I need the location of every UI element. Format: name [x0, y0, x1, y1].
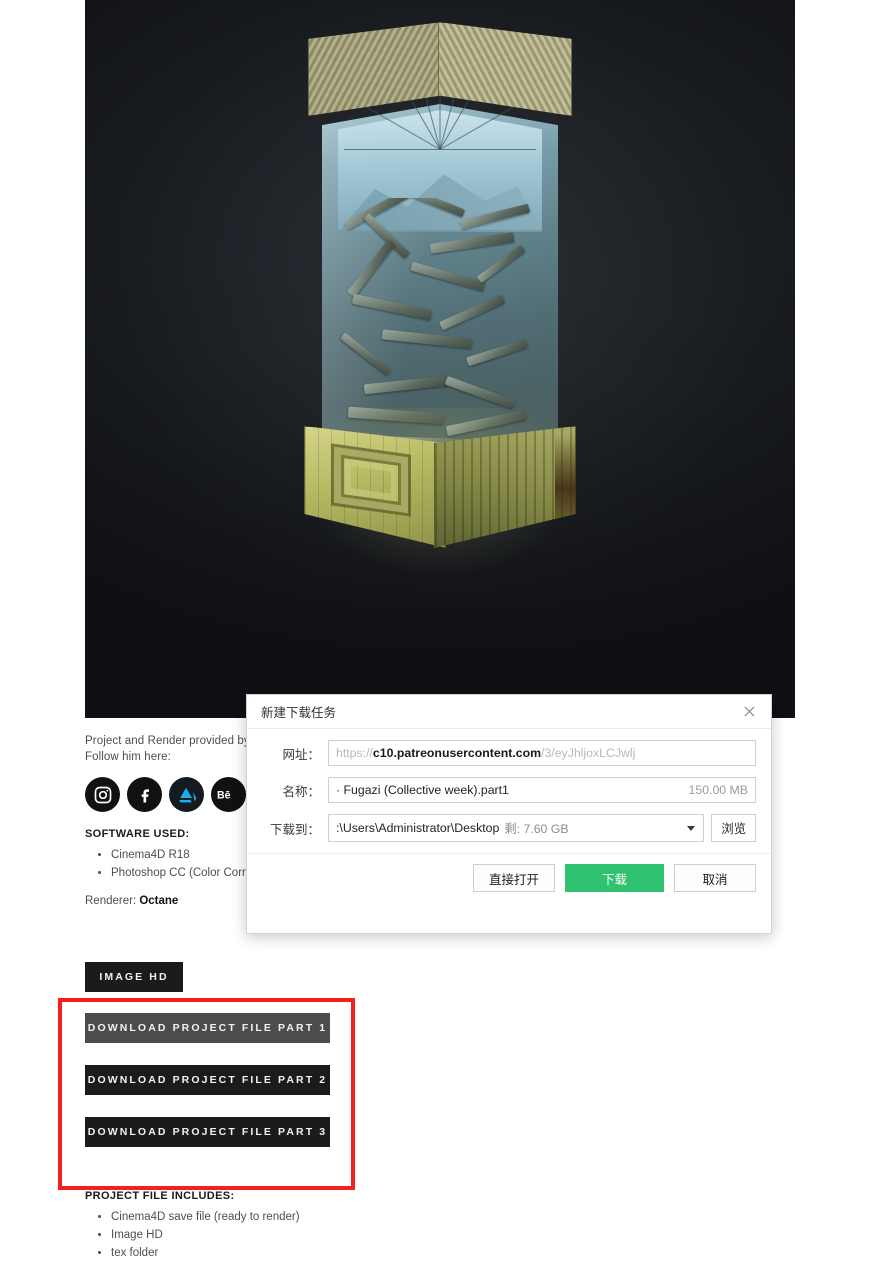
renderer-value: Octane: [139, 895, 179, 907]
list-item: tex folder: [111, 1244, 485, 1262]
filename-row: 名称： · Fugazi (Collective week).part1 150…: [262, 777, 756, 803]
filename-value: · Fugazi (Collective week).part1: [336, 783, 509, 797]
project-file-includes: PROJECT FILE INCLUDES: Cinema4D save fil…: [85, 1190, 485, 1262]
download-part-1-button[interactable]: DOWNLOAD PROJECT FILE PART 1: [85, 1013, 330, 1043]
dialog-title: 新建下载任务: [261, 706, 337, 720]
dialog-form: 网址： https://c10.patreonusercontent.com/3…: [247, 729, 771, 842]
facebook-icon[interactable]: [127, 777, 162, 812]
download-part-2-button[interactable]: DOWNLOAD PROJECT FILE PART 2: [85, 1065, 330, 1095]
browse-button[interactable]: 浏览: [711, 814, 756, 842]
renderer-label: Renderer:: [85, 895, 140, 907]
render-subject-container: [290, 8, 590, 578]
dialog-title-bar: 新建下载任务: [247, 695, 771, 729]
url-input[interactable]: https://c10.patreonusercontent.com/3/eyJ…: [328, 740, 756, 766]
url-scheme: https://: [336, 746, 373, 760]
hero-artwork-image: [85, 0, 795, 718]
url-row: 网址： https://c10.patreonusercontent.com/3…: [262, 740, 756, 766]
filename-label: 名称：: [282, 784, 320, 799]
list-item: Image HD: [111, 1226, 485, 1244]
filename-input[interactable]: · Fugazi (Collective week).part1 150.00 …: [328, 777, 756, 803]
instagram-icon[interactable]: [85, 777, 120, 812]
machinery-base: [304, 426, 576, 556]
list-item: Cinema4D save file (ready to render): [111, 1208, 485, 1226]
savepath-value: :\Users\Administrator\Desktop: [336, 821, 500, 835]
includes-heading: PROJECT FILE INCLUDES:: [85, 1190, 235, 1202]
new-download-task-dialog: 新建下载任务 网址： https://c10.patreonuserconten…: [246, 694, 772, 934]
download-part-3-button[interactable]: DOWNLOAD PROJECT FILE PART 3: [85, 1117, 330, 1147]
free-space-text: 剩: 7.60 GB: [504, 822, 569, 836]
close-icon[interactable]: [738, 701, 760, 723]
top-metal-collar: [308, 8, 572, 128]
url-host: c10.patreonusercontent.com: [372, 746, 542, 760]
chevron-down-icon[interactable]: [679, 814, 705, 842]
savepath-row: 下载到： :\Users\Administrator\Desktop 剩: 7.…: [262, 814, 756, 842]
url-path: /3/eyJhljoxLCJwlj: [541, 746, 636, 760]
includes-list: Cinema4D save file (ready to render) Ima…: [85, 1208, 485, 1262]
artstation-icon[interactable]: [169, 777, 204, 812]
image-hd-button[interactable]: IMAGE HD: [85, 962, 183, 992]
savepath-input[interactable]: :\Users\Administrator\Desktop 剩: 7.60 GB: [328, 814, 680, 842]
svg-text:Bē: Bē: [217, 789, 231, 801]
dialog-footer: 直接打开 下载 取消: [247, 854, 771, 892]
file-size: 150.00 MB: [688, 783, 748, 797]
behance-icon[interactable]: Bē: [211, 777, 246, 812]
download-button[interactable]: 下载: [565, 864, 664, 892]
open-directly-button[interactable]: 直接打开: [473, 864, 555, 892]
savepath-label: 下载到：: [269, 822, 320, 837]
url-label: 网址：: [282, 747, 320, 762]
cancel-button[interactable]: 取消: [674, 864, 756, 892]
